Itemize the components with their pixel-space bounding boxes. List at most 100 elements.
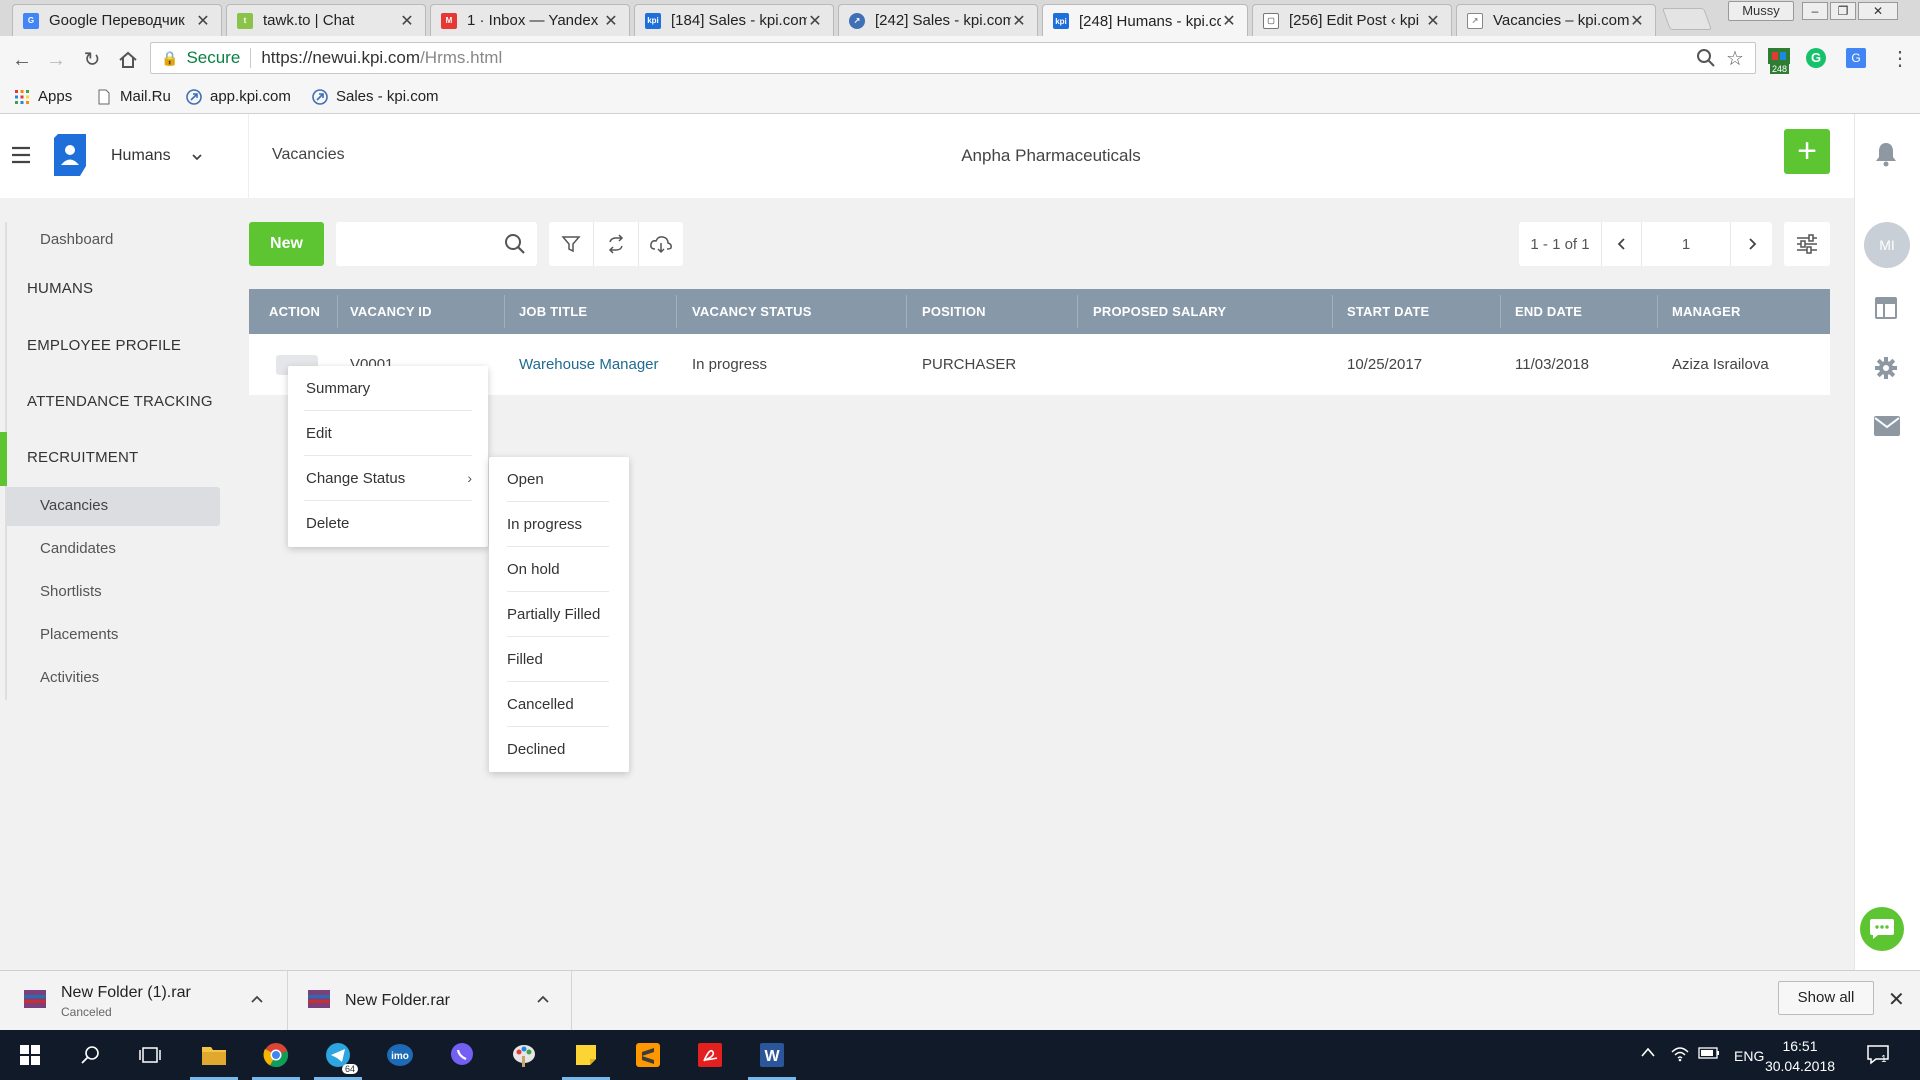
chevron-right-icon[interactable] bbox=[1731, 222, 1772, 266]
status-option-cancelled[interactable]: Cancelled bbox=[507, 682, 609, 727]
home-icon[interactable] bbox=[116, 48, 140, 72]
bookmark-apps[interactable]: Apps bbox=[14, 88, 72, 105]
menu-item-summary[interactable]: Summary bbox=[304, 366, 472, 411]
zoom-icon[interactable] bbox=[1696, 48, 1716, 68]
sidebar-item-dashboard[interactable]: Dashboard bbox=[40, 231, 113, 248]
telegram-icon[interactable]: 64 bbox=[314, 1038, 362, 1080]
browser-tab-google-translate[interactable]: G Google Переводчик ✕ bbox=[12, 4, 222, 36]
sidebar-item-shortlists[interactable]: Shortlists bbox=[40, 583, 102, 600]
pdf-reader-icon[interactable] bbox=[692, 1038, 728, 1072]
new-vacancy-button[interactable]: New bbox=[249, 222, 324, 266]
status-option-partially-filled[interactable]: Partially Filled bbox=[507, 592, 609, 637]
chevron-left-icon[interactable] bbox=[1602, 222, 1642, 266]
layout-icon[interactable] bbox=[1874, 296, 1898, 320]
menu-item-change-status[interactable]: Change Status › bbox=[304, 456, 472, 501]
close-tab-icon[interactable]: ✕ bbox=[399, 11, 415, 31]
chevron-down-icon[interactable] bbox=[190, 150, 204, 164]
chevron-up-icon[interactable] bbox=[1640, 1046, 1656, 1058]
chrome-menu-icon[interactable]: ⋮ bbox=[1890, 46, 1910, 71]
windows-start-icon[interactable] bbox=[12, 1038, 48, 1072]
task-view-icon[interactable] bbox=[132, 1038, 168, 1072]
close-icon[interactable]: ✕ bbox=[1888, 987, 1905, 1012]
column-header-proposed-salary[interactable]: PROPOSED SALARY bbox=[1093, 289, 1226, 334]
chrome-icon[interactable] bbox=[252, 1038, 300, 1080]
status-option-open[interactable]: Open bbox=[507, 457, 609, 502]
browser-tab-edit-post[interactable]: ▢ [256] Edit Post ‹ kpi ✕ bbox=[1252, 4, 1452, 36]
back-icon[interactable]: ← bbox=[10, 48, 34, 72]
filter-icon[interactable] bbox=[549, 222, 594, 266]
sidebar-item-candidates[interactable]: Candidates bbox=[40, 540, 116, 557]
column-header-vacancy-status[interactable]: VACANCY STATUS bbox=[692, 289, 812, 334]
download-item-new-folder[interactable]: New Folder.rar bbox=[288, 970, 572, 1030]
browser-tab-sales-242[interactable]: ↗ [242] Sales - kpi.com ✕ bbox=[838, 4, 1038, 36]
sidebar-section-employee-profile[interactable]: EMPLOYEE PROFILE bbox=[27, 337, 181, 354]
close-tab-icon[interactable]: ✕ bbox=[195, 11, 211, 31]
hamburger-menu-icon[interactable] bbox=[10, 146, 32, 164]
kpi-logo-icon[interactable] bbox=[52, 134, 88, 176]
file-explorer-icon[interactable] bbox=[190, 1038, 238, 1080]
menu-item-edit[interactable]: Edit bbox=[304, 411, 472, 456]
column-header-end-date[interactable]: END DATE bbox=[1515, 289, 1582, 334]
sidebar-item-vacancies[interactable]: Vacancies bbox=[40, 497, 108, 514]
column-header-start-date[interactable]: START DATE bbox=[1347, 289, 1429, 334]
chat-widget-button[interactable] bbox=[1860, 907, 1904, 951]
download-item-new-folder-1[interactable]: New Folder (1).rar Canceled bbox=[0, 970, 288, 1030]
sublime-text-icon[interactable] bbox=[630, 1038, 666, 1072]
column-header-manager[interactable]: MANAGER bbox=[1672, 289, 1741, 334]
close-tab-icon[interactable]: ✕ bbox=[1629, 11, 1645, 31]
breadcrumb[interactable]: Vacancies bbox=[272, 146, 345, 164]
status-option-on-hold[interactable]: On hold bbox=[507, 547, 609, 592]
module-switcher[interactable]: Humans bbox=[111, 147, 171, 165]
minimize-button[interactable]: – bbox=[1802, 2, 1828, 20]
reload-icon[interactable]: ↻ bbox=[80, 48, 104, 72]
address-bar[interactable]: 🔒 Secure https://newui.kpi.com/Hrms.html bbox=[150, 42, 1756, 74]
add-button[interactable]: + bbox=[1784, 129, 1830, 174]
restore-button[interactable]: ❐ bbox=[1830, 2, 1856, 20]
bell-icon[interactable] bbox=[1874, 141, 1898, 167]
chevron-up-icon[interactable] bbox=[250, 994, 264, 1004]
translate-extension-icon[interactable]: G bbox=[1846, 48, 1866, 68]
sidebar-section-recruitment[interactable]: RECRUITMENT bbox=[27, 449, 138, 466]
sticky-notes-icon[interactable] bbox=[562, 1038, 610, 1080]
bookmark-mailru[interactable]: Mail.Ru bbox=[96, 88, 171, 105]
browser-tab-humans-248[interactable]: kpi [248] Humans - kpi.com ✕ bbox=[1042, 4, 1248, 37]
close-tab-icon[interactable]: ✕ bbox=[1011, 11, 1027, 31]
system-clock[interactable]: 16:51 30.04.2018 bbox=[1760, 1036, 1840, 1076]
column-settings-button[interactable] bbox=[1784, 222, 1830, 266]
browser-tab-sales-184[interactable]: kpi [184] Sales - kpi.com ✕ bbox=[634, 4, 834, 36]
search-icon[interactable] bbox=[72, 1038, 108, 1072]
new-tab-button[interactable] bbox=[1661, 8, 1713, 30]
status-option-declined[interactable]: Declined bbox=[507, 727, 609, 772]
sidebar-item-activities[interactable]: Activities bbox=[40, 669, 99, 686]
imo-icon[interactable]: imo bbox=[382, 1038, 418, 1072]
battery-icon[interactable] bbox=[1698, 1047, 1720, 1059]
status-option-filled[interactable]: Filled bbox=[507, 637, 609, 682]
show-all-downloads-button[interactable]: Show all bbox=[1778, 981, 1874, 1015]
viber-icon[interactable] bbox=[444, 1038, 480, 1072]
sidebar-section-humans[interactable]: HUMANS bbox=[27, 280, 93, 297]
column-header-position[interactable]: POSITION bbox=[922, 289, 986, 334]
column-header-job-title[interactable]: JOB TITLE bbox=[519, 289, 587, 334]
status-option-in-progress[interactable]: In progress bbox=[507, 502, 609, 547]
bookmark-app-kpi[interactable]: app.kpi.com bbox=[186, 88, 291, 105]
bookmark-sales-kpi[interactable]: Sales - kpi.com bbox=[312, 88, 439, 105]
page-number-input[interactable]: 1 bbox=[1642, 222, 1731, 266]
mail-icon[interactable] bbox=[1874, 416, 1900, 436]
bookmark-star-icon[interactable]: ☆ bbox=[1726, 46, 1744, 71]
word-icon[interactable]: W bbox=[748, 1038, 796, 1080]
close-tab-icon[interactable]: ✕ bbox=[807, 11, 823, 31]
extension-icon[interactable]: 248 bbox=[1766, 46, 1792, 74]
close-tab-icon[interactable]: ✕ bbox=[603, 11, 619, 31]
paint-app-icon[interactable] bbox=[506, 1038, 542, 1072]
avatar[interactable]: MI bbox=[1864, 222, 1910, 268]
search-icon[interactable] bbox=[504, 233, 526, 255]
close-window-button[interactable]: ✕ bbox=[1858, 2, 1898, 20]
browser-tab-yandex-inbox[interactable]: M 1 · Inbox — Yandex ✕ bbox=[430, 4, 630, 36]
chevron-up-icon[interactable] bbox=[536, 994, 550, 1004]
cell-job-title-link[interactable]: Warehouse Manager bbox=[519, 356, 659, 373]
sidebar-item-placements[interactable]: Placements bbox=[40, 626, 118, 643]
browser-tab-vacancies[interactable]: ↗ Vacancies – kpi.com ✕ bbox=[1456, 4, 1656, 36]
browser-tab-tawk[interactable]: t tawk.to | Chat ✕ bbox=[226, 4, 426, 36]
cloud-download-icon[interactable] bbox=[639, 222, 683, 266]
gear-icon[interactable] bbox=[1874, 356, 1898, 380]
